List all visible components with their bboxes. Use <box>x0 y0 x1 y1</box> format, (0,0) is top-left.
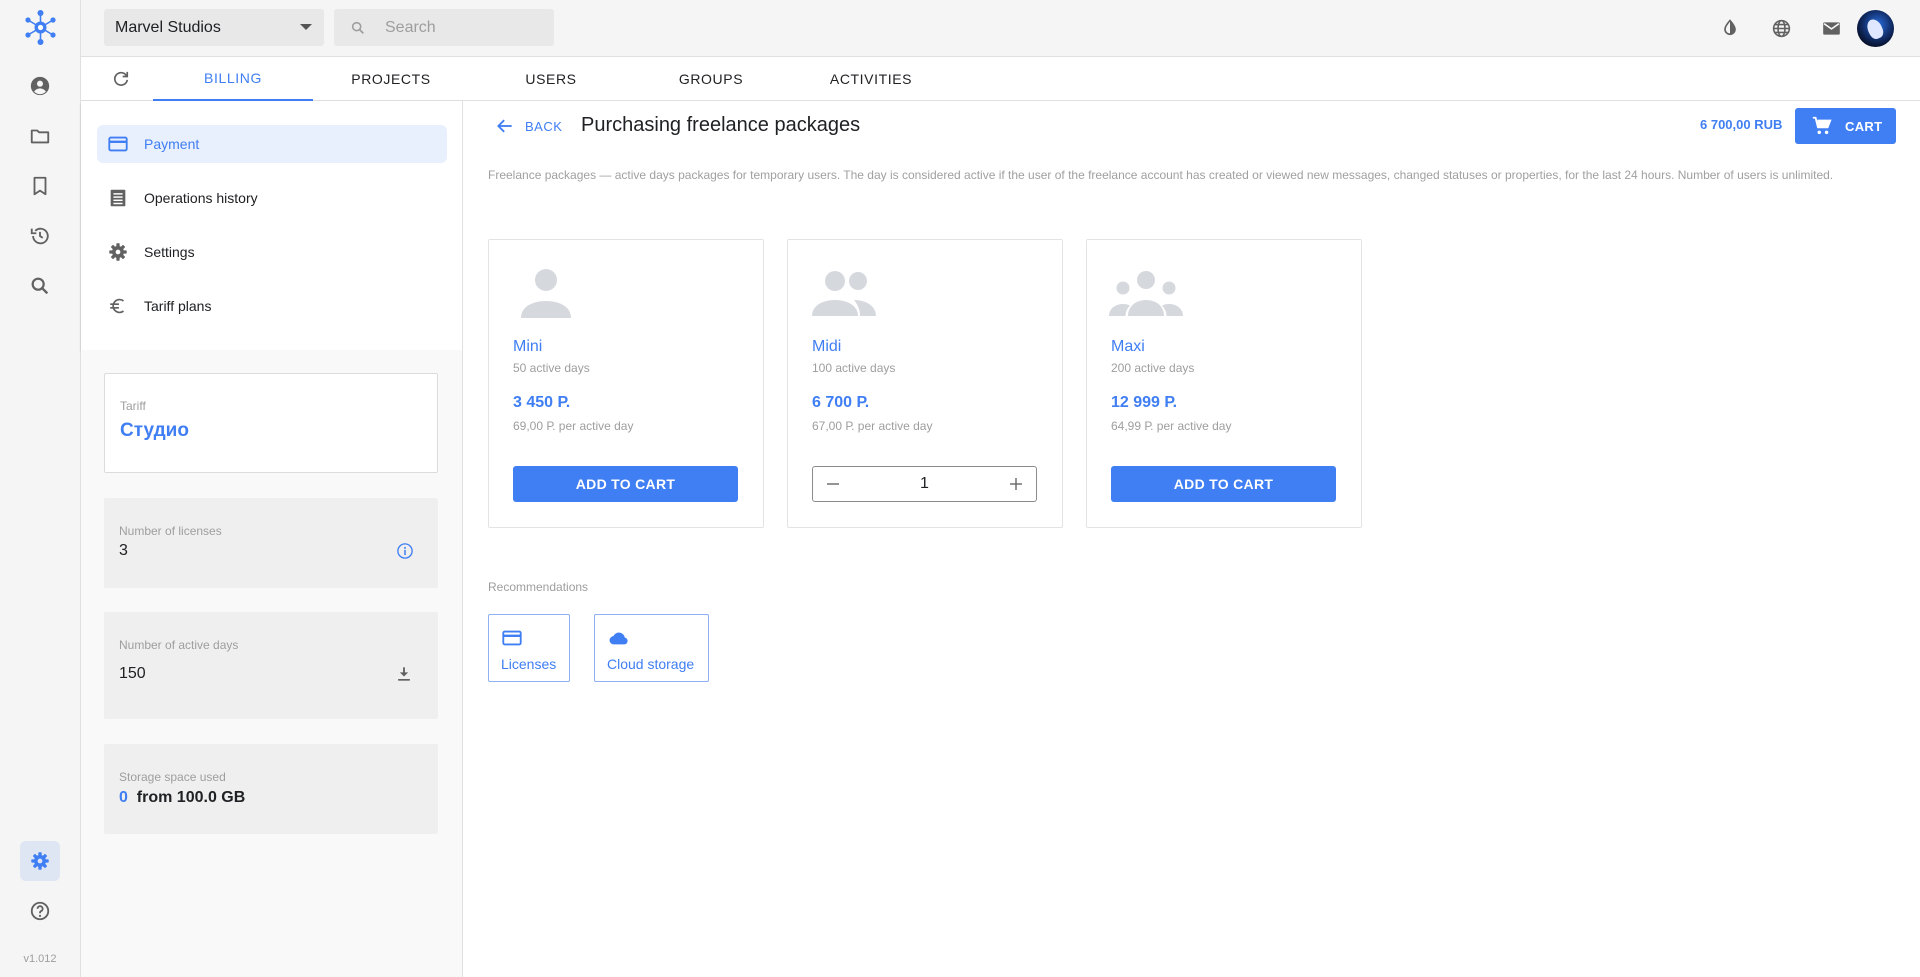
storage-value: 0 from 100.0 GB <box>119 789 245 807</box>
licenses-label: Number of licenses <box>119 524 222 538</box>
top-bar: Marvel Studios <box>81 0 1920 57</box>
licenses-value: 3 <box>119 542 128 559</box>
group-icon <box>1109 266 1183 322</box>
plus-icon[interactable] <box>996 467 1036 501</box>
active-days-label: Number of active days <box>119 638 239 652</box>
back-button[interactable]: BACK <box>495 115 562 137</box>
quantity-value[interactable]: 1 <box>853 467 996 501</box>
tab-users[interactable]: USERS <box>471 57 631 101</box>
people-icon <box>810 266 880 322</box>
minus-icon[interactable] <box>813 467 853 501</box>
package-price: 12 999 Р. <box>1111 394 1178 411</box>
receipt-icon <box>106 186 130 210</box>
cart-total: 6 700,00 RUB <box>1700 117 1783 132</box>
tab-groups[interactable]: GROUPS <box>631 57 791 101</box>
tab-projects[interactable]: PROJECTS <box>311 57 471 101</box>
settings-icon[interactable] <box>20 841 60 881</box>
sidenav-item-operations-history[interactable]: Operations history <box>97 179 447 217</box>
recommendations-label: Recommendations <box>488 580 589 594</box>
add-to-cart-button[interactable]: ADD TO CART <box>513 466 738 502</box>
cloud-icon <box>607 627 631 649</box>
company-name: Marvel Studios <box>115 18 221 36</box>
package-days: 100 active days <box>812 361 896 375</box>
app-logo-icon[interactable] <box>22 9 59 46</box>
info-icon[interactable] <box>396 542 414 560</box>
company-select[interactable]: Marvel Studios <box>104 9 324 46</box>
package-per-day: 69,00 Р. per active day <box>513 419 634 433</box>
account-summary: Tariff Студио Number of licenses 3 Numbe… <box>81 350 463 977</box>
packages-description: Freelance packages — active days package… <box>488 168 1834 182</box>
gear-icon <box>106 240 130 264</box>
person-icon <box>511 266 581 322</box>
tab-billing[interactable]: BILLING <box>153 57 313 101</box>
app-version: v1.012 <box>23 953 57 965</box>
search-icon <box>350 20 366 36</box>
cart-label: CART <box>1845 118 1883 134</box>
package-card-midi: Midi 100 active days 6 700 Р. 67,00 Р. p… <box>787 239 1063 528</box>
sidenav-item-payment[interactable]: Payment <box>97 125 447 163</box>
sidenav-item-label: Payment <box>144 136 200 152</box>
package-per-day: 67,00 Р. per active day <box>812 419 933 433</box>
package-card-mini: Mini 50 active days 3 450 Р. 69,00 Р. pe… <box>488 239 764 528</box>
sidenav-item-label: Operations history <box>144 190 258 206</box>
storage-label: Storage space used <box>119 770 226 784</box>
package-price: 3 450 Р. <box>513 394 571 411</box>
storage-card: Storage space used 0 from 100.0 GB <box>104 744 438 834</box>
profile-icon[interactable] <box>20 66 60 106</box>
cart-icon <box>1811 115 1833 137</box>
active-days-value: 150 <box>119 665 146 682</box>
package-days: 200 active days <box>1111 361 1195 375</box>
search-input[interactable] <box>385 9 545 46</box>
left-rail: v1.012 <box>0 0 81 977</box>
add-to-cart-button[interactable]: ADD TO CART <box>1111 466 1336 502</box>
active-days-card: Number of active days 150 <box>104 612 438 719</box>
billing-sidenav: Payment Operations history Settings Tari… <box>81 101 463 350</box>
tab-activities[interactable]: ACTIVITIES <box>791 57 951 101</box>
package-name: Mini <box>513 338 543 355</box>
package-per-day: 64,99 Р. per active day <box>1111 419 1232 433</box>
search-box <box>334 9 554 46</box>
recommendation-licenses[interactable]: Licenses <box>488 614 570 682</box>
storage-used: 0 <box>119 789 128 806</box>
cart-button[interactable]: CART <box>1795 108 1896 144</box>
search-icon[interactable] <box>20 266 60 306</box>
folder-icon[interactable] <box>20 116 60 156</box>
download-icon[interactable] <box>394 664 414 684</box>
sidenav-item-label: Tariff plans <box>144 298 212 314</box>
tab-bar: BILLING PROJECTS USERS GROUPS ACTIVITIES <box>81 57 1920 101</box>
back-label: BACK <box>525 118 563 134</box>
mail-icon[interactable] <box>1819 16 1843 40</box>
bookmark-icon[interactable] <box>20 166 60 206</box>
package-name: Maxi <box>1111 338 1145 355</box>
recommendation-label: Cloud storage <box>607 656 695 672</box>
globe-icon[interactable] <box>1769 16 1793 40</box>
sidenav-item-tariff-plans[interactable]: Tariff plans <box>97 287 447 325</box>
storage-total: from 100.0 GB <box>136 789 246 806</box>
credit-card-icon <box>501 627 523 649</box>
tariff-value: Студио <box>120 420 189 441</box>
sidenav-item-label: Settings <box>144 244 195 260</box>
package-price: 6 700 Р. <box>812 394 870 411</box>
tariff-card: Tariff Студио <box>104 373 438 473</box>
tariff-label: Tariff <box>120 399 146 413</box>
licenses-card: Number of licenses 3 <box>104 498 438 588</box>
history-icon[interactable] <box>20 216 60 256</box>
avatar[interactable] <box>1857 10 1894 47</box>
arrow-left-icon <box>495 116 515 136</box>
sidenav-item-settings[interactable]: Settings <box>97 233 447 271</box>
quantity-stepper: 1 <box>812 466 1037 502</box>
refresh-icon[interactable] <box>111 69 131 89</box>
credit-card-icon <box>106 132 130 156</box>
page-title: Purchasing freelance packages <box>581 114 861 136</box>
caret-down-icon <box>300 24 312 30</box>
package-card-maxi: Maxi 200 active days 12 999 Р. 64,99 Р. … <box>1086 239 1362 528</box>
recommendation-label: Licenses <box>501 656 557 672</box>
package-name: Midi <box>812 338 842 355</box>
help-icon[interactable] <box>20 891 60 931</box>
contrast-icon[interactable] <box>1718 16 1742 40</box>
recommendation-cloud-storage[interactable]: Cloud storage <box>594 614 709 682</box>
euro-icon <box>106 294 130 318</box>
package-days: 50 active days <box>513 361 590 375</box>
main-content: BACK Purchasing freelance packages 6 700… <box>463 101 1920 977</box>
